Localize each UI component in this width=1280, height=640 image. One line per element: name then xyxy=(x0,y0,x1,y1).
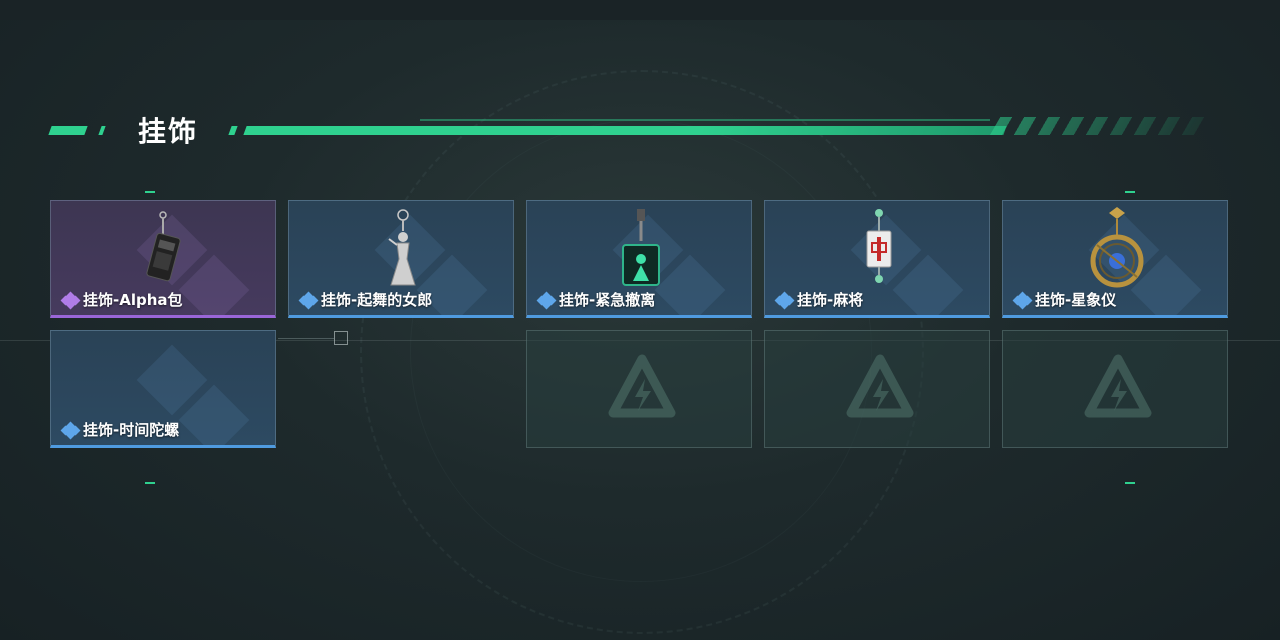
header-thin-line xyxy=(420,119,990,121)
game-logo-icon xyxy=(1084,354,1152,418)
card-label: 挂饰-紧急撤离 xyxy=(536,289,656,310)
charm-card-alpha-bag[interactable]: 挂饰-Alpha包 xyxy=(50,200,276,318)
header-accent-dash xyxy=(228,126,238,135)
header-checker-pattern xyxy=(989,117,1211,135)
charm-card-time-gyro[interactable]: 挂饰-时间陀螺 xyxy=(50,330,276,448)
corner-tick xyxy=(1125,191,1135,193)
connector-node xyxy=(334,331,348,345)
empty-slot[interactable] xyxy=(1002,330,1228,448)
card-label: 挂饰-起舞的女郎 xyxy=(298,289,433,310)
charm-card-mahjong[interactable]: 挂饰-麻将 xyxy=(764,200,990,318)
corner-tick xyxy=(145,482,155,484)
header-accent-bar xyxy=(243,126,1007,135)
rarity-blue-icon xyxy=(1012,291,1033,309)
rarity-blue-icon xyxy=(774,291,795,309)
header-accent-dash xyxy=(98,126,106,135)
card-label: 挂饰-时间陀螺 xyxy=(60,419,180,440)
header-accent-dash xyxy=(48,126,88,135)
rarity-blue-icon xyxy=(60,421,81,439)
charm-name: 挂饰-星象仪 xyxy=(1035,291,1117,309)
charm-name: 挂饰-紧急撤离 xyxy=(559,291,656,309)
corner-tick xyxy=(1125,482,1135,484)
charm-name: 挂饰-麻将 xyxy=(797,291,864,309)
charm-card-dancing-lady[interactable]: 挂饰-起舞的女郎 xyxy=(288,200,514,318)
card-label: 挂饰-星象仪 xyxy=(1012,289,1117,310)
card-label: 挂饰-Alpha包 xyxy=(60,289,183,310)
rarity-blue-icon xyxy=(298,291,319,309)
charm-name: 挂饰-时间陀螺 xyxy=(83,421,180,439)
top-band xyxy=(0,0,1280,20)
empty-slot[interactable] xyxy=(764,330,990,448)
rarity-purple-icon xyxy=(60,291,81,309)
rarity-blue-icon xyxy=(536,291,557,309)
charm-name: 挂饰-Alpha包 xyxy=(83,291,183,309)
connector-line xyxy=(278,338,334,339)
section-title: 挂饰 xyxy=(138,115,199,148)
charm-name: 挂饰-起舞的女郎 xyxy=(321,291,433,309)
game-logo-icon xyxy=(846,354,914,418)
charm-card-astrolabe[interactable]: 挂饰-星象仪 xyxy=(1002,200,1228,318)
charm-card-emergency-evac[interactable]: 挂饰-紧急撤离 xyxy=(526,200,752,318)
game-logo-icon xyxy=(608,354,676,418)
corner-tick xyxy=(145,191,155,193)
card-label: 挂饰-麻将 xyxy=(774,289,864,310)
empty-slot[interactable] xyxy=(526,330,752,448)
